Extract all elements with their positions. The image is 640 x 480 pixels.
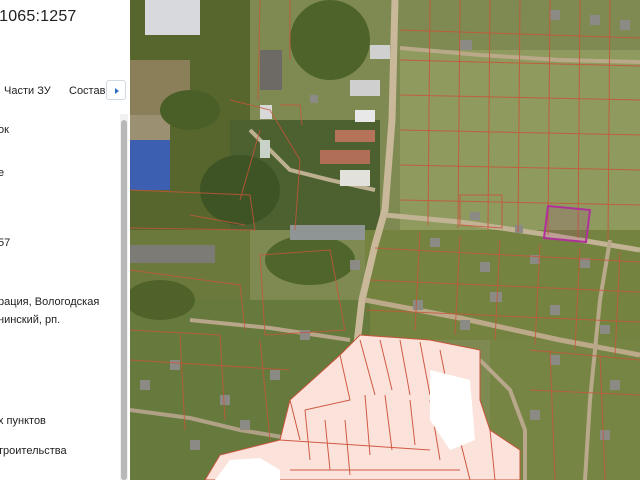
info-line-status: е bbox=[0, 167, 4, 179]
info-line-number: 57 bbox=[0, 237, 11, 249]
info-line-category: х пунктов bbox=[0, 415, 46, 427]
info-line-use: троительства bbox=[0, 445, 67, 457]
info-panel: 01065:1257 Части ЗУ Состав ок е 57 рация… bbox=[0, 0, 131, 480]
cadastral-map[interactable] bbox=[130, 0, 640, 480]
panel-tabs: Части ЗУ Состав bbox=[0, 78, 130, 104]
selected-parcel-highlight bbox=[542, 204, 592, 244]
tabs-next-button[interactable] bbox=[106, 80, 126, 100]
panel-scrollbar-thumb[interactable] bbox=[121, 120, 127, 480]
chevron-right-icon bbox=[115, 88, 119, 94]
info-line-type: ок bbox=[0, 124, 9, 136]
info-line-address-2: нинский, рп. bbox=[0, 314, 61, 326]
info-line-address-1: рация, Вологодская bbox=[0, 296, 100, 308]
tab-composition[interactable]: Состав bbox=[69, 85, 105, 97]
cadastral-number-title: 01065:1257 bbox=[0, 8, 77, 25]
tab-parts[interactable]: Части ЗУ bbox=[4, 85, 51, 97]
